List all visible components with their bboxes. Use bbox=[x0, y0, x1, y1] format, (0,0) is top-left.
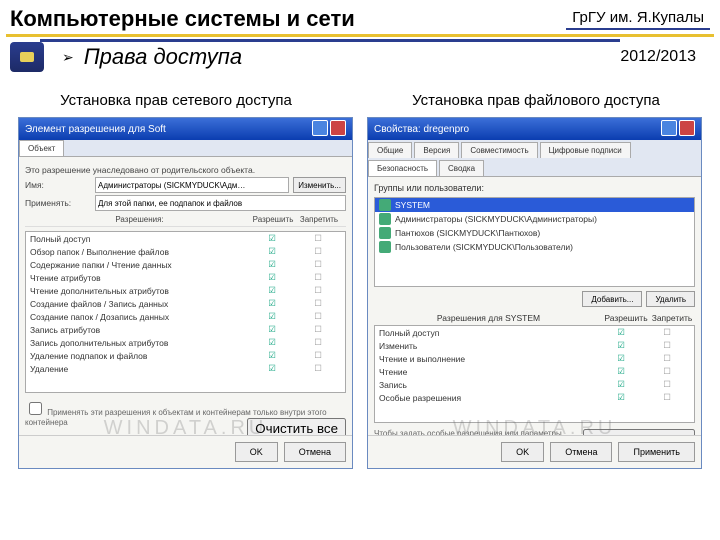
slide-subtitle: Права доступа bbox=[84, 44, 242, 70]
clear-all-button[interactable]: Очистить все bbox=[247, 418, 346, 435]
year-label: 2012/2013 bbox=[620, 48, 710, 66]
ok-button[interactable]: OK bbox=[235, 442, 278, 462]
org-name: ГрГУ им. Я.Купалы bbox=[566, 9, 710, 30]
caption-left: Установка прав сетевого доступа bbox=[60, 92, 292, 109]
window-buttons[interactable] bbox=[659, 120, 695, 139]
apply-button[interactable]: Применить bbox=[618, 442, 695, 462]
tab[interactable]: Сводка bbox=[439, 160, 484, 176]
tab[interactable]: Версия bbox=[414, 142, 459, 158]
titlebar: Свойства: dregenpro bbox=[368, 118, 701, 140]
dialog-network-perms: Элемент разрешения для Soft Объект Это р… bbox=[18, 117, 353, 469]
perm-item[interactable]: Удаление☑☐ bbox=[26, 362, 345, 375]
tab[interactable]: Безопасность bbox=[368, 160, 437, 176]
col-deny: Запретить bbox=[649, 313, 695, 323]
apply-field[interactable] bbox=[95, 195, 346, 211]
user-icon bbox=[379, 227, 391, 239]
help-icon[interactable] bbox=[312, 120, 328, 136]
tab-object[interactable]: Объект bbox=[19, 140, 64, 156]
perm-item[interactable]: Обзор папок / Выполнение файлов☑☐ bbox=[26, 245, 345, 258]
slide-title: Компьютерные системы и сети bbox=[10, 6, 566, 32]
cancel-button[interactable]: Отмена bbox=[550, 442, 612, 462]
col-deny: Запретить bbox=[296, 215, 342, 224]
window-title: Свойства: dregenpro bbox=[374, 124, 469, 135]
user-icon bbox=[379, 199, 391, 211]
perm-item[interactable]: Создание файлов / Запись данных☑☐ bbox=[26, 297, 345, 310]
tab[interactable]: Цифровые подписи bbox=[540, 142, 631, 158]
name-label: Имя: bbox=[25, 180, 95, 190]
perm-item[interactable]: Полный доступ☑☐ bbox=[375, 326, 694, 339]
perm-label: Разрешения: bbox=[29, 215, 250, 224]
col-allow: Разрешить bbox=[250, 215, 296, 224]
change-button[interactable]: Изменить... bbox=[293, 177, 346, 193]
user-icon bbox=[379, 213, 391, 225]
group-item[interactable]: SYSTEM bbox=[375, 198, 694, 212]
advanced-button[interactable]: Дополнительно bbox=[583, 429, 695, 435]
perm-item[interactable]: Изменить☑☐ bbox=[375, 339, 694, 352]
perm-item[interactable]: Создание папок / Дозапись данных☑☐ bbox=[26, 310, 345, 323]
help-icon[interactable] bbox=[661, 120, 677, 136]
perm-item[interactable]: Чтение и выполнение☑☐ bbox=[375, 352, 694, 365]
close-icon[interactable] bbox=[679, 120, 695, 136]
logo bbox=[10, 42, 44, 72]
remove-button[interactable]: Удалить bbox=[646, 291, 695, 307]
close-icon[interactable] bbox=[330, 120, 346, 136]
titlebar: Элемент разрешения для Soft bbox=[19, 118, 352, 140]
add-button[interactable]: Добавить... bbox=[582, 291, 642, 307]
dialog-file-perms: Свойства: dregenpro ОбщиеВерсияСовместим… bbox=[367, 117, 702, 469]
name-field[interactable] bbox=[95, 177, 289, 193]
groups-label: Группы или пользователи: bbox=[374, 183, 695, 193]
perm-item[interactable]: Запись☑☐ bbox=[375, 378, 694, 391]
perm-item[interactable]: Содержание папки / Чтение данных☑☐ bbox=[26, 258, 345, 271]
window-buttons[interactable] bbox=[310, 120, 346, 139]
tab[interactable]: Совместимость bbox=[461, 142, 537, 158]
permissions-list[interactable]: Полный доступ☑☐Обзор папок / Выполнение … bbox=[25, 231, 346, 393]
advanced-note: Чтобы задать особые разрешения или парам… bbox=[374, 429, 577, 435]
perm-item[interactable]: Чтение дополнительных атрибутов☑☐ bbox=[26, 284, 345, 297]
perm-for-label: Разрешения для SYSTEM bbox=[374, 313, 603, 323]
cancel-button[interactable]: Отмена bbox=[284, 442, 346, 462]
perm-item[interactable]: Полный доступ☑☐ bbox=[26, 232, 345, 245]
group-item[interactable]: Пантюхов (SICKMYDUCK\Пантюхов) bbox=[375, 226, 694, 240]
perm-item[interactable]: Запись дополнительных атрибутов☑☐ bbox=[26, 336, 345, 349]
user-icon bbox=[379, 241, 391, 253]
ok-button[interactable]: OK bbox=[501, 442, 544, 462]
groups-list[interactable]: SYSTEMАдминистраторы (SICKMYDUCK\Админис… bbox=[374, 197, 695, 287]
tab[interactable]: Общие bbox=[368, 142, 412, 158]
inherit-checkbox[interactable] bbox=[29, 402, 42, 415]
perm-item[interactable]: Чтение атрибутов☑☐ bbox=[26, 271, 345, 284]
perm-item[interactable]: Удаление подпапок и файлов☑☐ bbox=[26, 349, 345, 362]
inherit-msg: Это разрешение унаследовано от родительс… bbox=[25, 165, 346, 175]
perm-item[interactable]: Запись атрибутов☑☐ bbox=[26, 323, 345, 336]
permissions-list[interactable]: Полный доступ☑☐Изменить☑☐Чтение и выполн… bbox=[374, 325, 695, 423]
group-item[interactable]: Администраторы (SICKMYDUCK\Администратор… bbox=[375, 212, 694, 226]
apply-label: Применять: bbox=[25, 198, 95, 208]
window-title: Элемент разрешения для Soft bbox=[25, 124, 166, 135]
perm-item[interactable]: Особые разрешения☑☐ bbox=[375, 391, 694, 404]
col-allow: Разрешить bbox=[603, 313, 649, 323]
group-item[interactable]: Пользователи (SICKMYDUCK\Пользователи) bbox=[375, 240, 694, 254]
bullet-icon: ➢ bbox=[62, 49, 74, 66]
perm-item[interactable]: Чтение☑☐ bbox=[375, 365, 694, 378]
caption-right: Установка прав файлового доступа bbox=[412, 92, 660, 109]
